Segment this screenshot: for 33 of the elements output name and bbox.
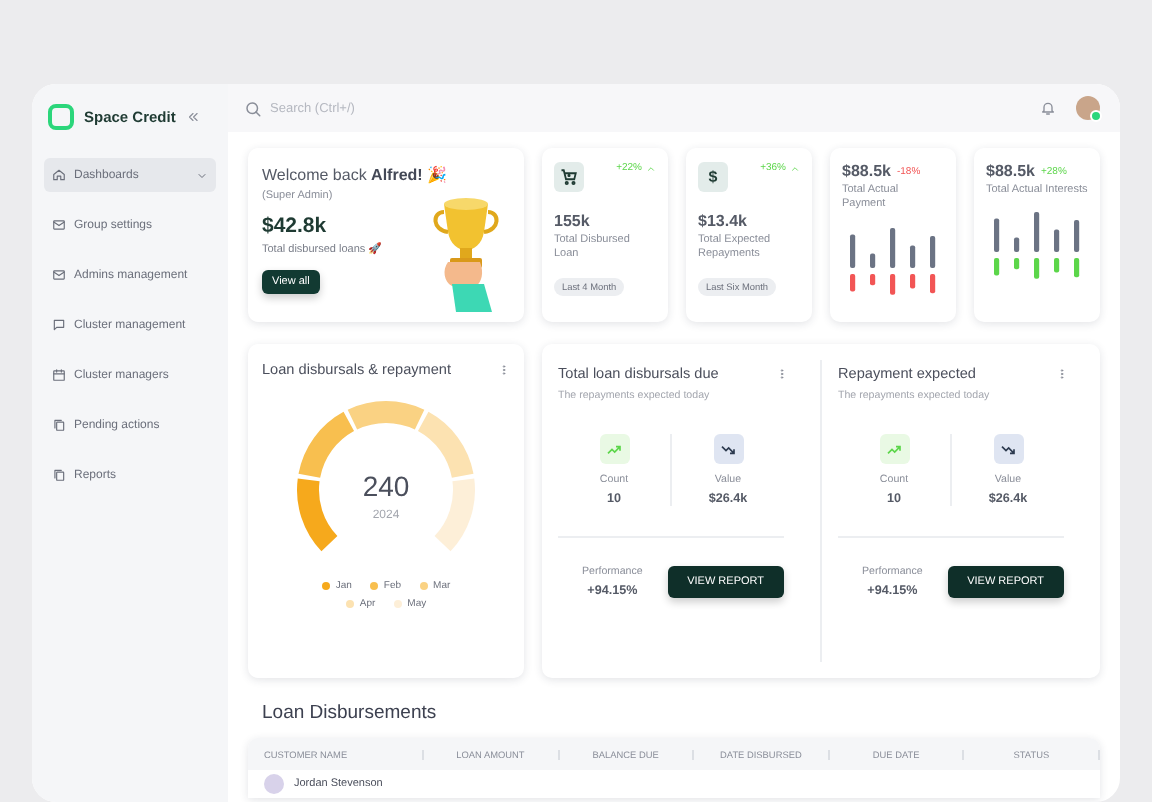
avatar[interactable] [1076, 96, 1100, 120]
more-icon [1056, 365, 1068, 381]
caret-up-icon [646, 163, 656, 173]
avatar [264, 774, 284, 794]
chevron-down-icon [196, 169, 208, 181]
envelope-icon [52, 218, 66, 232]
disbursed-amount: $42.8k [262, 214, 329, 238]
gauge-segment [297, 479, 338, 551]
stat-value: $88.5k [842, 162, 891, 180]
stat-value: 155k [554, 212, 592, 230]
cart-icon [554, 162, 584, 192]
bell-icon [1040, 100, 1056, 116]
trophy-drawing [432, 196, 500, 312]
stat-value: $13.4k [698, 212, 749, 230]
calendar-icon [52, 368, 66, 382]
gauge-value: 240 [362, 470, 410, 502]
caret-up-icon [790, 163, 800, 173]
welcome-title: Welcome back Alfred! 🎉 [262, 166, 450, 184]
copy-icon [52, 468, 66, 482]
gauge-segment [434, 479, 475, 551]
currency-icon: $ [698, 162, 728, 192]
more-icon [498, 361, 510, 377]
online-status-dot [1090, 110, 1102, 122]
envelope-icon [52, 268, 66, 282]
chat-icon [52, 318, 66, 332]
more-icon [776, 365, 788, 381]
section-title: Loan Disbursements [262, 702, 439, 724]
stat-value: $88.5k [986, 162, 1035, 180]
search-icon [244, 99, 262, 117]
collapse-icon [185, 110, 200, 124]
logo-icon [48, 104, 74, 130]
copy-icon [52, 418, 66, 432]
home-icon [52, 168, 66, 182]
